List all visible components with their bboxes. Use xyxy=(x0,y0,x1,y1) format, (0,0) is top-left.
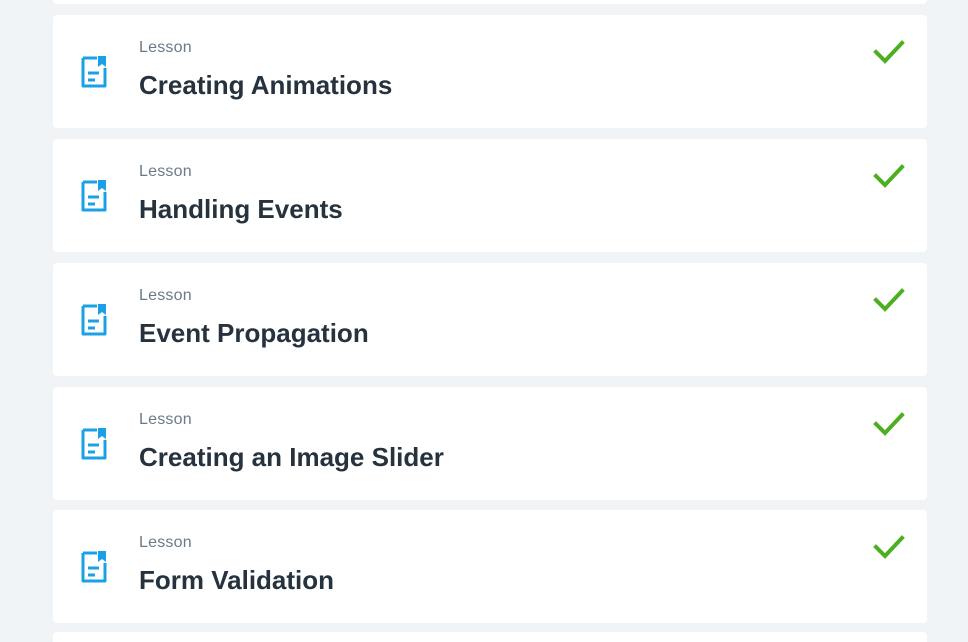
lesson-card-partial[interactable] xyxy=(53,0,927,4)
lesson-document-icon xyxy=(81,551,107,583)
lesson-type-label: Lesson xyxy=(139,287,192,304)
lesson-type-label: Lesson xyxy=(139,39,192,56)
lesson-type-label: Lesson xyxy=(139,411,192,428)
lesson-card[interactable]: Lesson Creating an Image Slider xyxy=(53,387,927,500)
lesson-title[interactable]: Form Validation xyxy=(139,565,334,596)
lesson-document-icon xyxy=(81,428,107,460)
lesson-title[interactable]: Event Propagation xyxy=(139,318,369,349)
lesson-type-label: Lesson xyxy=(139,534,192,551)
lesson-document-icon xyxy=(81,180,107,212)
lesson-card[interactable]: Lesson Event Propagation xyxy=(53,263,927,376)
lesson-type-label: Lesson xyxy=(139,163,192,180)
lesson-title[interactable]: Creating an Image Slider xyxy=(139,442,444,473)
lesson-card[interactable]: Lesson Form Validation xyxy=(53,510,927,623)
checkmark-icon xyxy=(873,164,905,188)
lesson-document-icon xyxy=(81,56,107,88)
lesson-document-icon xyxy=(81,304,107,336)
lesson-title[interactable]: Creating Animations xyxy=(139,70,392,101)
checkmark-icon xyxy=(873,288,905,312)
lesson-card[interactable]: Lesson Creating Animations xyxy=(53,15,927,128)
lesson-title[interactable]: Handling Events xyxy=(139,194,343,225)
checkmark-icon xyxy=(873,412,905,436)
lesson-card[interactable]: Lesson Handling Events xyxy=(53,139,927,252)
lesson-card-partial[interactable] xyxy=(53,632,927,642)
checkmark-icon xyxy=(873,40,905,64)
checkmark-icon xyxy=(873,535,905,559)
